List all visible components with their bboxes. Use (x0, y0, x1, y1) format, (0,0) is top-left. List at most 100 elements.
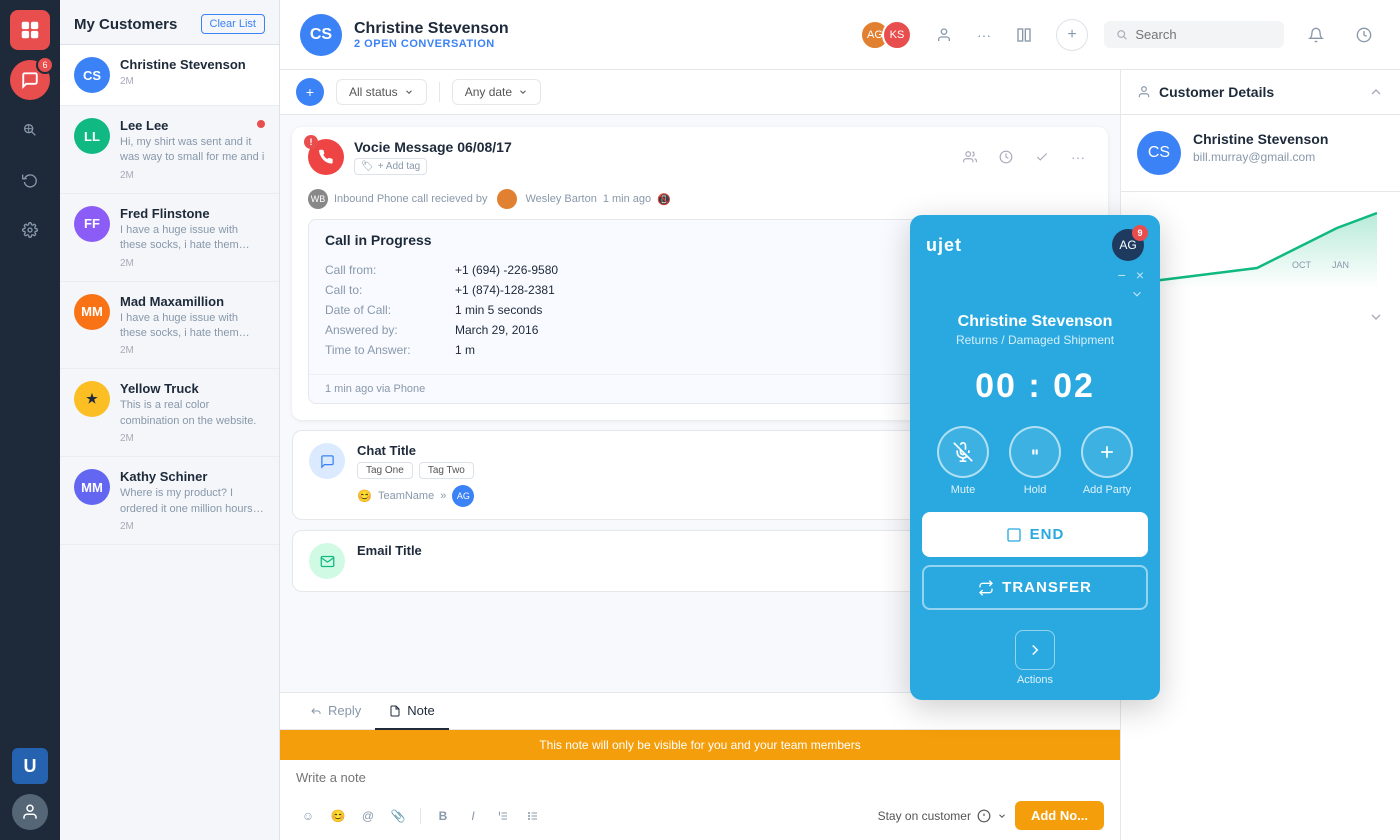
inbound-notice: WB Inbound Phone call recieved by Wesley… (292, 183, 1108, 219)
top-header: CS Christine Stevenson 2 OPEN CONVERSATI… (280, 0, 1400, 70)
detail-customer-email: bill.murray@gmail.com (1193, 150, 1328, 164)
app-logo (10, 10, 50, 50)
more-options-icon[interactable]: ··· (1064, 143, 1092, 171)
ujet-minus-btn[interactable]: − (1118, 267, 1126, 283)
customer-preview-5: This is a real color combination on the … (120, 398, 265, 429)
customer-preview-2: Hi, my shirt was sent and it was way to … (120, 135, 265, 166)
list-ordered-icon[interactable] (491, 804, 515, 828)
svg-text:OCT: OCT (1292, 260, 1312, 270)
chat-team: TeamName (378, 490, 434, 502)
customer-avatar-6: MM (74, 469, 110, 505)
ujet-end-call-button[interactable]: END (922, 512, 1148, 557)
customer-time-1: 2M (120, 76, 265, 87)
ujet-actions-row: Actions (910, 622, 1160, 700)
attachment-icon[interactable]: 📎 (386, 804, 410, 828)
layout-icon-btn[interactable] (1008, 19, 1040, 51)
nav-refresh-icon[interactable] (10, 160, 50, 200)
new-conversation-button[interactable]: + (296, 78, 324, 106)
customer-time-2: 2M (120, 170, 265, 181)
bold-icon[interactable]: B (431, 804, 455, 828)
detail-customer-name: Christine Stevenson (1193, 131, 1328, 147)
list-unordered-icon[interactable] (521, 804, 545, 828)
chat-title: Chat Title (357, 443, 416, 458)
ujet-call-overlay: ujet AG 9 − × Christine Stevenson Return… (910, 215, 1160, 700)
customer-item-4[interactable]: MM Mad Maxamillion I have a huge issue w… (60, 282, 279, 370)
add-note-button[interactable]: Add No... (1015, 801, 1104, 830)
agent-name: Wesley Barton (526, 193, 597, 205)
ujet-hold-button[interactable]: Hold (1009, 426, 1061, 496)
add-conversation-button[interactable]: + (1056, 19, 1088, 51)
agent-avatar-2: KS (882, 20, 912, 50)
customer-name-6: Kathy Schiner (120, 469, 265, 484)
call-from-label: Call from: (325, 263, 455, 277)
ujet-actions-button[interactable]: Actions (1015, 630, 1055, 686)
panel-expand-row (1121, 309, 1400, 325)
alarm-icon[interactable] (992, 143, 1020, 171)
customer-item-6[interactable]: MM Kathy Schiner Where is my product? I … (60, 457, 279, 545)
customer-item-3[interactable]: FF Fred Flinstone I have a huge issue wi… (60, 194, 279, 282)
check-icon[interactable] (1028, 143, 1056, 171)
person-icon-btn[interactable] (928, 19, 960, 51)
unread-dot-2 (257, 120, 265, 128)
at-icon[interactable]: @ (356, 804, 380, 828)
search-bar[interactable] (1104, 21, 1284, 48)
stay-on-customer-toggle[interactable]: Stay on customer (878, 809, 1007, 823)
ujet-mute-button[interactable]: Mute (937, 426, 989, 496)
voice-message-actions: ··· (956, 143, 1092, 171)
add-tag-button[interactable]: 🏷 + Add tag (354, 158, 427, 175)
customer-info-3: Fred Flinstone I have a huge issue with … (120, 206, 265, 269)
reply-tab[interactable]: Reply (296, 693, 375, 730)
right-panel-header: Customer Details (1121, 70, 1400, 115)
chevron-down-panel-icon[interactable] (1368, 309, 1384, 325)
transfer-icon (978, 580, 994, 596)
agent-avatar-nav[interactable] (12, 794, 48, 830)
tag-two: Tag Two (419, 462, 474, 479)
search-input[interactable] (1135, 27, 1272, 42)
header-action-buttons: ··· (928, 19, 1040, 51)
customer-name-1: Christine Stevenson (120, 57, 265, 72)
add-people-icon[interactable] (956, 143, 984, 171)
chevron-up-panel-icon[interactable] (1368, 84, 1384, 100)
customer-item-5[interactable]: ★ Yellow Truck This is a real color comb… (60, 369, 279, 457)
history-icon[interactable] (1348, 19, 1380, 51)
ujet-add-party-button[interactable]: Add Party (1081, 426, 1133, 496)
ujet-close-btn[interactable]: × (1136, 267, 1144, 283)
customer-time-6: 2M (120, 521, 265, 532)
customer-item-2[interactable]: LL Lee Lee Hi, my shirt was sent and it … (60, 106, 279, 194)
customer-avatar-5: ★ (74, 381, 110, 417)
date-filter[interactable]: Any date (452, 79, 541, 105)
chevron-down-icon-date (518, 87, 528, 97)
italic-icon[interactable]: I (461, 804, 485, 828)
note-input[interactable] (280, 760, 1120, 795)
ujet-transfer-button[interactable]: TRANSFER (922, 565, 1148, 610)
call-status-label: Call in Progress (325, 232, 432, 248)
status-filter[interactable]: All status (336, 79, 427, 105)
voice-message-title: Vocie Message 06/08/17 (354, 139, 512, 155)
emoji-icon[interactable]: ☺ (296, 804, 320, 828)
ujet-logo: ujet (926, 235, 962, 256)
reply-toolbar: ☺ 😊 @ 📎 B I (280, 795, 1120, 840)
smile-icon[interactable]: 😊 (326, 804, 350, 828)
notification-bell-icon[interactable] (1300, 19, 1332, 51)
ujet-header-right: AG 9 (1112, 229, 1144, 261)
voice-message-info: Vocie Message 06/08/17 🏷 + Add tag (354, 139, 512, 175)
ujet-chevron-down-icon[interactable] (1130, 287, 1144, 301)
clear-list-button[interactable]: Clear List (201, 14, 265, 34)
header-customer-details: Christine Stevenson 2 OPEN CONVERSATION (354, 20, 509, 50)
customer-info-5: Yellow Truck This is a real color combin… (120, 381, 265, 444)
ujet-agent-avatar-container: AG 9 (1112, 229, 1144, 261)
nav-settings-icon[interactable] (10, 210, 50, 250)
call-to-value: +1 (874)-128-2381 (455, 283, 555, 297)
time-to-answer-value: 1 m (455, 343, 475, 357)
note-visibility-banner: This note will only be visible for you a… (280, 730, 1120, 760)
activity-chart: OCT JAN (1137, 208, 1377, 288)
note-tab[interactable]: Note (375, 693, 448, 730)
customer-list-title: My Customers (74, 16, 177, 33)
nav-search-icon[interactable] (10, 110, 50, 150)
customer-item-1[interactable]: CS Christine Stevenson 2M (60, 45, 279, 106)
more-icon-btn[interactable]: ··· (968, 19, 1000, 51)
nav-badge-notifications[interactable]: 6 (10, 60, 50, 100)
customer-avatar-1: CS (74, 57, 110, 93)
end-icon (1006, 527, 1022, 543)
ujet-hold-label: Hold (1024, 484, 1047, 496)
